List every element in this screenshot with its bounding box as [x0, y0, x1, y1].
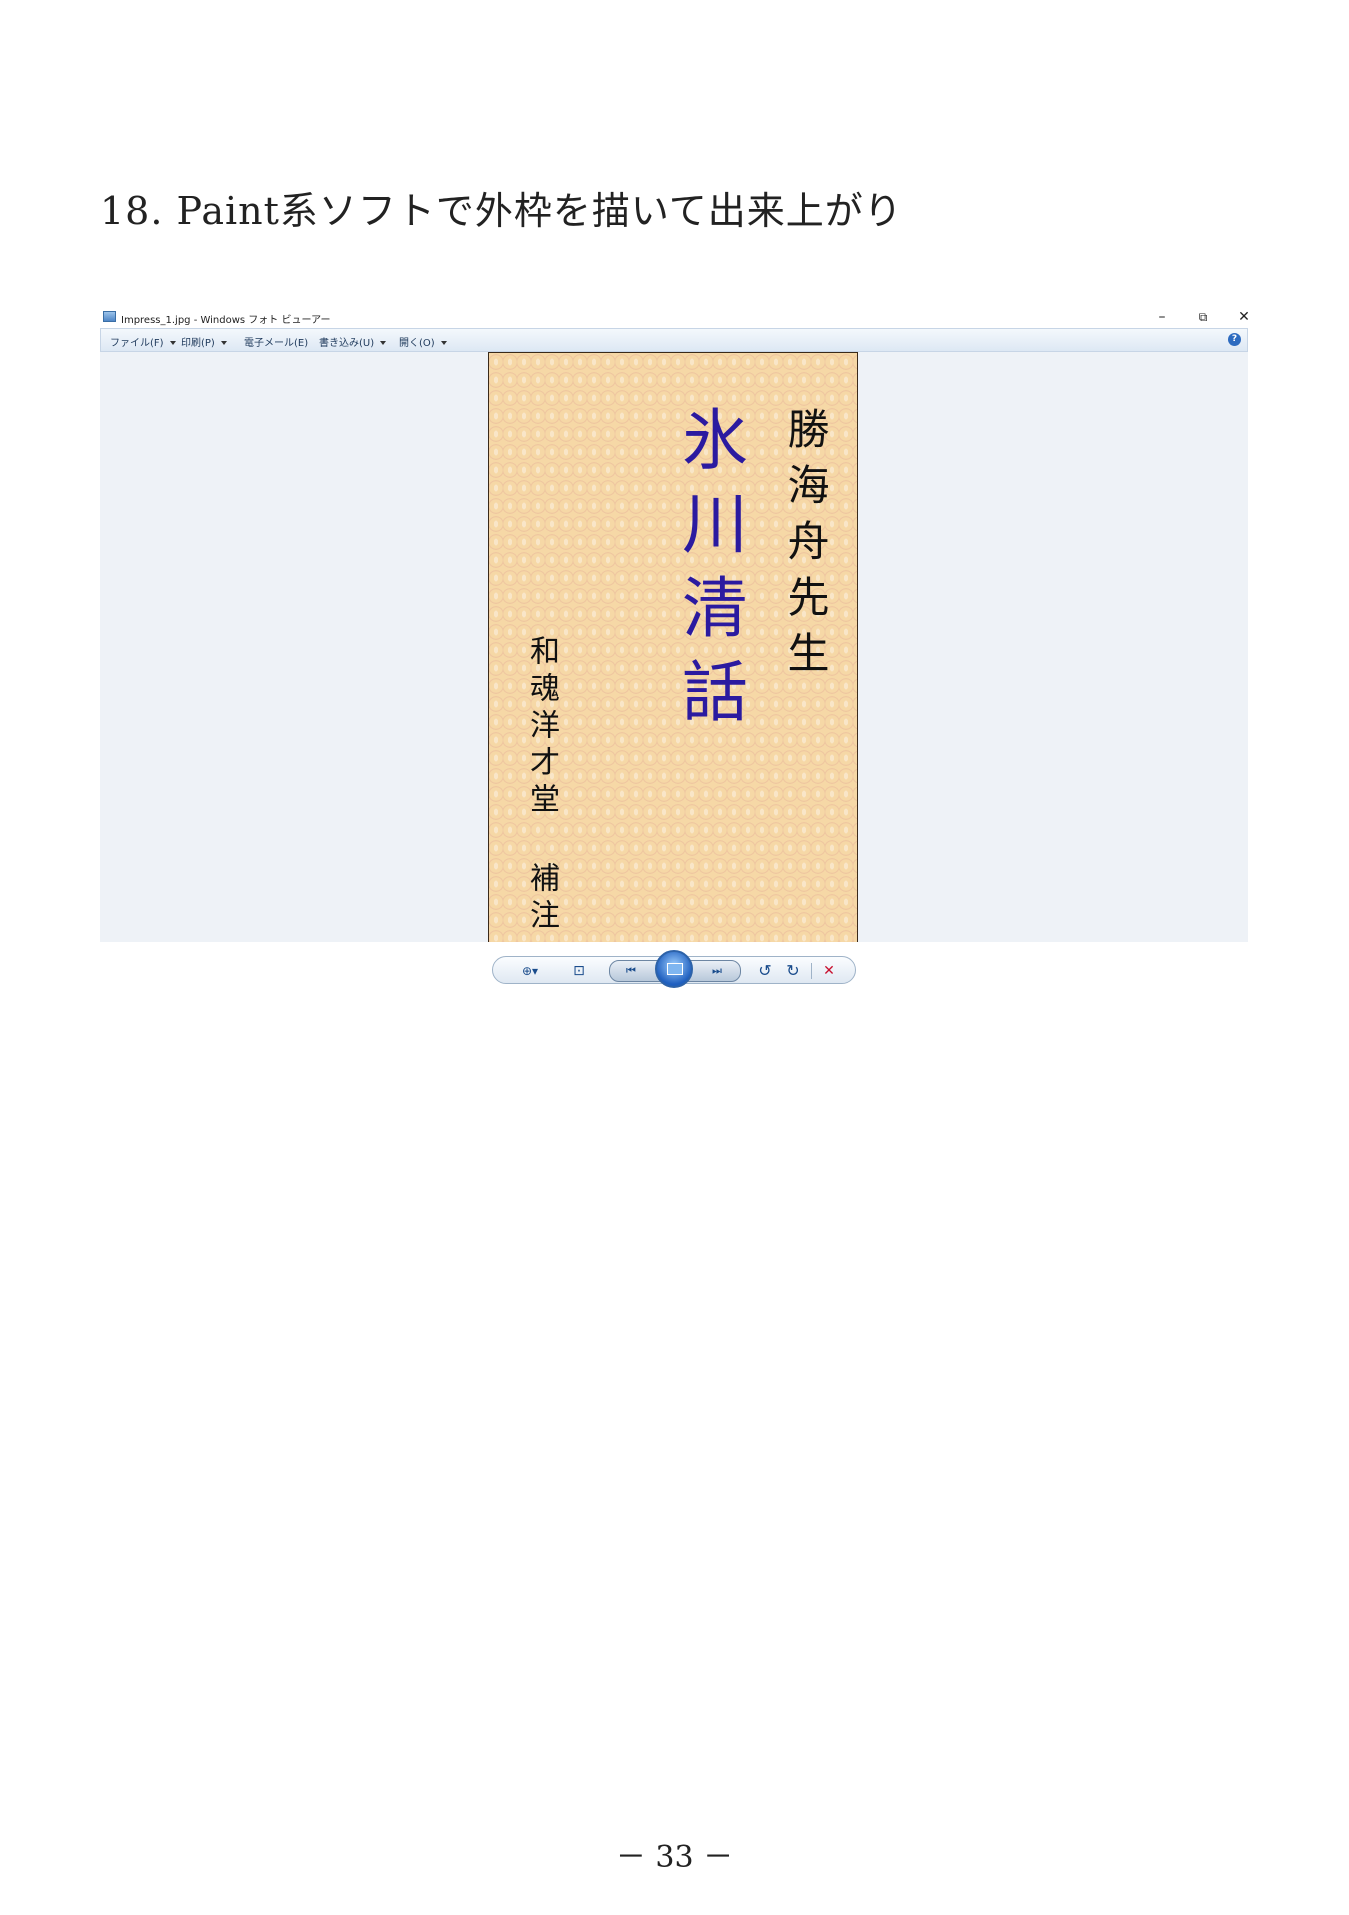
window-titlebar: Impress_1.jpg - Windows フォト ビューアー – ⧉ ✕ — [100, 306, 1250, 328]
restore-button[interactable]: ⧉ — [1188, 308, 1218, 326]
slideshow-screen — [667, 963, 683, 975]
menu-print[interactable]: 印刷(P) — [181, 334, 227, 349]
cover-author: 勝海舟先生 — [781, 407, 830, 687]
viewer-toolbar: ⊕▾ ⊡ ⏮ ⏭ ↺ ↻ ✕ — [492, 950, 856, 988]
page-number: － 33 － — [615, 1840, 734, 1875]
slideshow-icon[interactable] — [655, 950, 693, 988]
section-heading: 18. Paint系ソフトで外枠を描いて出来上がり — [100, 189, 903, 233]
chevron-down-icon — [169, 341, 176, 345]
menu-burn[interactable]: 書き込み(U) — [319, 334, 387, 349]
minimize-button[interactable]: – — [1147, 308, 1177, 326]
chevron-down-icon — [440, 341, 447, 345]
previous-icon[interactable]: ⏮ — [621, 961, 641, 981]
help-icon[interactable]: ? — [1228, 333, 1241, 346]
menu-file-label: ファイル(F) — [110, 338, 164, 349]
menu-file[interactable]: ファイル(F) — [110, 334, 176, 349]
menu-print-label: 印刷(P) — [181, 338, 215, 349]
menu-email[interactable]: 電子メール(E) — [244, 334, 308, 349]
photo-viewer-screenshot: Impress_1.jpg - Windows フォト ビューアー – ⧉ ✕ … — [100, 306, 1250, 988]
rotate-cw-icon[interactable]: ↻ — [783, 961, 803, 981]
delete-icon[interactable]: ✕ — [819, 961, 839, 981]
chevron-down-icon — [380, 341, 387, 345]
close-button[interactable]: ✕ — [1229, 308, 1259, 326]
zoom-icon[interactable]: ⊕▾ — [515, 961, 545, 981]
actual-size-icon[interactable]: ⊡ — [569, 961, 589, 981]
menu-open[interactable]: 開く(O) — [399, 334, 447, 349]
rotate-ccw-icon[interactable]: ↺ — [755, 961, 775, 981]
menu-open-label: 開く(O) — [399, 338, 435, 349]
menu-bar: ファイル(F) 印刷(P) 電子メール(E) 書き込み(U) 開く(O) ? — [100, 328, 1248, 352]
toolbar-divider — [811, 963, 812, 979]
next-icon[interactable]: ⏭ — [707, 961, 727, 981]
photo-viewer-app-icon — [103, 311, 116, 322]
window-title: Impress_1.jpg - Windows フォト ビューアー — [121, 315, 331, 326]
cover-publisher: 和魂洋才堂 補注 — [524, 635, 559, 936]
menu-burn-label: 書き込み(U) — [319, 338, 375, 349]
menu-email-label: 電子メール(E) — [244, 338, 309, 349]
chevron-down-icon — [220, 341, 227, 345]
book-cover-image: 勝海舟先生 氷川清話 和魂洋才堂 補注 — [488, 352, 858, 942]
cover-title: 氷川清話 — [671, 405, 748, 741]
image-viewport: 勝海舟先生 氷川清話 和魂洋才堂 補注 — [100, 352, 1248, 942]
